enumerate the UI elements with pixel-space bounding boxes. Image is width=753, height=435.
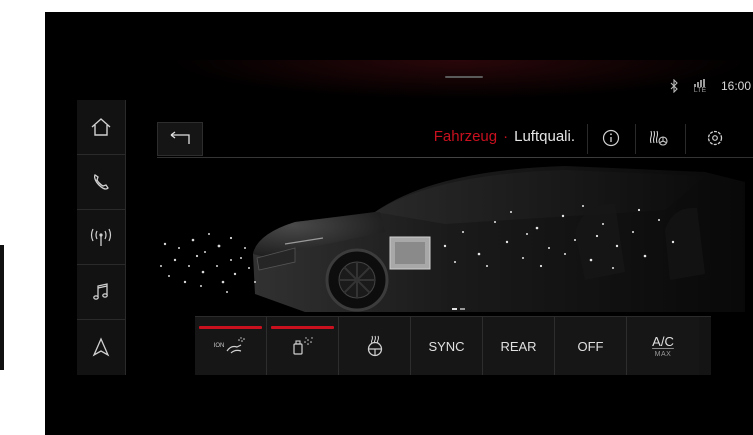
radio-antenna-icon — [90, 228, 112, 246]
breadcrumb-parent[interactable]: Fahrzeug — [434, 128, 497, 145]
back-arrow-icon — [170, 131, 190, 144]
pull-down-handle[interactable] — [445, 76, 483, 78]
ac-max-button[interactable]: A/C MAX — [627, 317, 699, 375]
climate-control-bar: ION SYNC REAR OFF A/C MAX — [195, 316, 711, 375]
off-label: OFF — [577, 338, 604, 354]
sidebar-item-navigation[interactable] — [77, 320, 125, 374]
page-dot — [452, 308, 457, 310]
navigation-arrow-icon — [92, 337, 110, 357]
ac-max-sublabel: MAX — [654, 350, 672, 358]
sidebar-item-phone[interactable] — [77, 155, 125, 210]
sidebar — [77, 100, 126, 375]
lte-signal-icon: LTE — [693, 78, 707, 94]
ionizer-button[interactable]: ION — [195, 317, 267, 375]
fan-settings-icon — [649, 130, 668, 146]
breadcrumb-separator: · — [503, 128, 509, 145]
back-button[interactable] — [157, 122, 203, 156]
ac-label: A/C — [652, 333, 674, 349]
rear-button[interactable]: REAR — [483, 317, 555, 375]
air-quality-settings-button[interactable] — [637, 120, 681, 156]
off-button[interactable]: OFF — [555, 317, 627, 375]
ionizer-icon — [226, 337, 246, 354]
breadcrumb: Fahrzeug · Luftquali. — [434, 128, 575, 145]
header-divider-line — [157, 157, 753, 158]
rear-label: REAR — [500, 338, 537, 354]
settings-button[interactable] — [693, 120, 737, 156]
sync-label: SYNC — [428, 338, 465, 354]
page-dot — [460, 308, 465, 310]
sidebar-item-media[interactable] — [77, 265, 125, 320]
status-bar: LTE 16:00 — [669, 74, 753, 98]
ion-label: ION — [213, 343, 225, 349]
info-icon — [602, 129, 620, 147]
phone-icon — [93, 174, 109, 190]
ac-max-label-group: A/C MAX — [652, 335, 674, 358]
header-divider — [587, 124, 588, 154]
music-note-icon — [93, 283, 108, 300]
page-title: Luftquali. — [514, 128, 575, 145]
sync-button[interactable]: SYNC — [411, 317, 483, 375]
sidebar-item-radio[interactable] — [77, 210, 125, 265]
lte-label: LTE — [693, 86, 707, 94]
header-divider — [635, 124, 636, 154]
clock: 16:00 — [720, 79, 751, 93]
header-divider — [685, 124, 686, 154]
left-edge-strip — [0, 245, 4, 370]
info-button[interactable] — [589, 120, 633, 156]
home-icon — [91, 118, 111, 136]
fragrance-button[interactable] — [267, 317, 339, 375]
steering-wheel-heat-icon — [367, 335, 382, 357]
bluetooth-icon — [669, 79, 679, 93]
sidebar-item-home[interactable] — [77, 100, 125, 155]
steering-wheel-heat-button[interactable] — [339, 317, 411, 375]
infotainment-screen: LTE 16:00 Fahrzeug · Luftquali. ION SYNC… — [45, 12, 753, 435]
car-air-quality-visual — [145, 162, 745, 317]
fragrance-icon — [292, 337, 313, 355]
page-indicator — [452, 308, 465, 310]
gear-icon — [707, 130, 723, 146]
ambient-glow — [165, 60, 753, 100]
